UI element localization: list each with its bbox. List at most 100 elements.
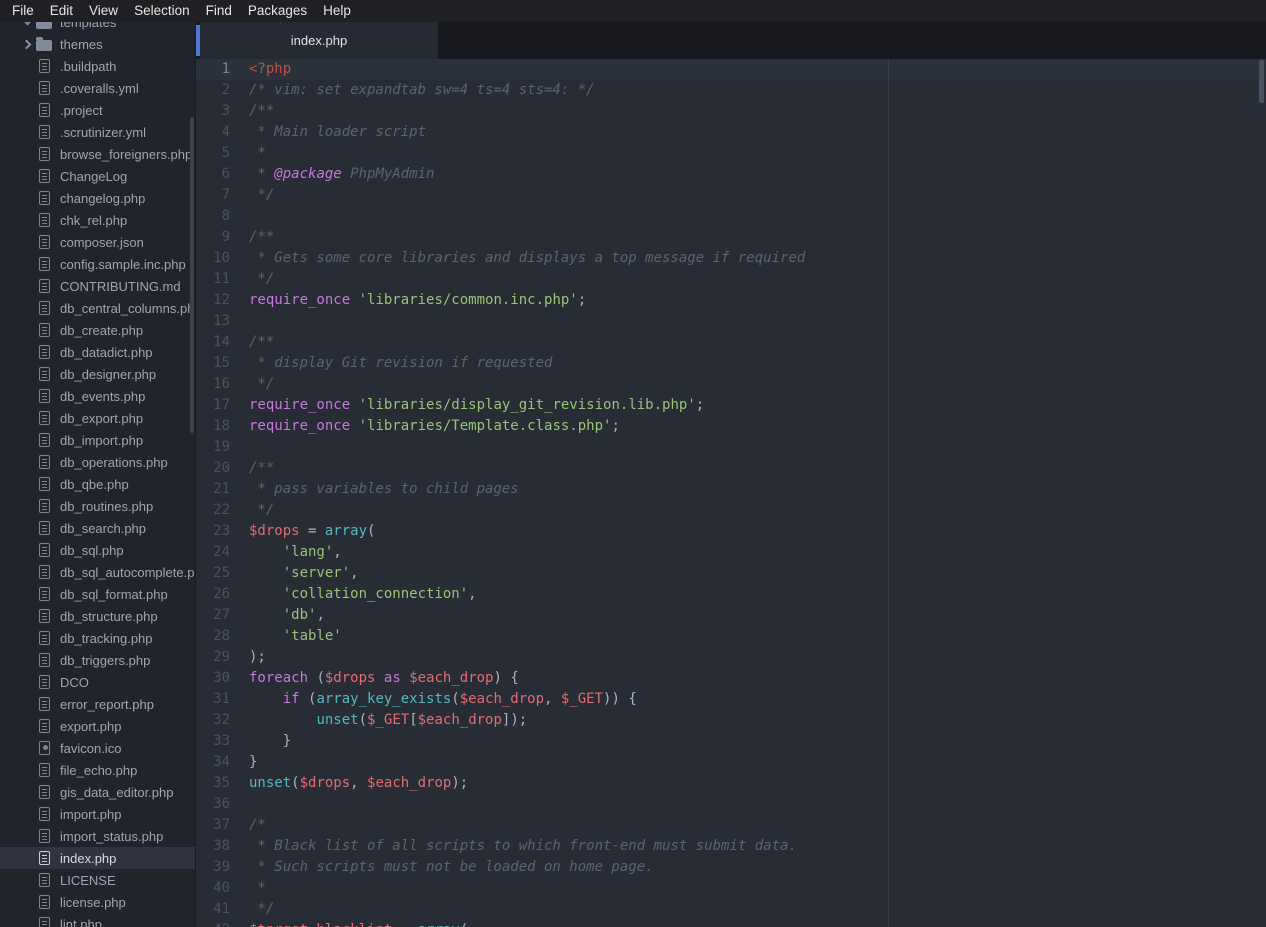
tree-item-db_sql_autocomplete.php[interactable]: db_sql_autocomplete.php (0, 561, 195, 583)
code-line-17[interactable]: 17require_once 'libraries/display_git_re… (196, 395, 1266, 416)
tree-item-error_report.php[interactable]: error_report.php (0, 693, 195, 715)
code-line-8[interactable]: 8 (196, 206, 1266, 227)
code-line-24[interactable]: 24 'lang', (196, 542, 1266, 563)
code-line-22[interactable]: 22 */ (196, 500, 1266, 521)
tree-item-import_status.php[interactable]: import_status.php (0, 825, 195, 847)
code-line-35[interactable]: 35unset($drops, $each_drop); (196, 773, 1266, 794)
tree-item-gis_data_editor.php[interactable]: gis_data_editor.php (0, 781, 195, 803)
tree-item-db_sql_format.php[interactable]: db_sql_format.php (0, 583, 195, 605)
code-line-3[interactable]: 3/** (196, 101, 1266, 122)
code-line-10[interactable]: 10 * Gets some core libraries and displa… (196, 248, 1266, 269)
tree-item-db_tracking.php[interactable]: db_tracking.php (0, 627, 195, 649)
code-line-9[interactable]: 9/** (196, 227, 1266, 248)
tree-item-db_import.php[interactable]: db_import.php (0, 429, 195, 451)
code-line-37[interactable]: 37/* (196, 815, 1266, 836)
tree-item-db_triggers.php[interactable]: db_triggers.php (0, 649, 195, 671)
code-line-16[interactable]: 16 */ (196, 374, 1266, 395)
tree-scrollbar-thumb[interactable] (190, 117, 194, 433)
tree-item-CONTRIBUTING.md[interactable]: CONTRIBUTING.md (0, 275, 195, 297)
code-line-18[interactable]: 18require_once 'libraries/Template.class… (196, 416, 1266, 437)
code-line-4[interactable]: 4 * Main loader script (196, 122, 1266, 143)
chevron-down-icon[interactable] (20, 22, 36, 30)
code-line-6[interactable]: 6 * @package PhpMyAdmin (196, 164, 1266, 185)
code-line-1[interactable]: 1<?php (196, 59, 1266, 80)
editor[interactable]: 1<?php2/* vim: set expandtab sw=4 ts=4 s… (196, 59, 1266, 927)
tree-item-license.php[interactable]: license.php (0, 891, 195, 913)
code-text: * display Git revision if requested (242, 353, 552, 374)
code-line-19[interactable]: 19 (196, 437, 1266, 458)
code-line-38[interactable]: 38 * Black list of all scripts to which … (196, 836, 1266, 857)
code-line-30[interactable]: 30foreach ($drops as $each_drop) { (196, 668, 1266, 689)
code-line-15[interactable]: 15 * display Git revision if requested (196, 353, 1266, 374)
tree-item-import.php[interactable]: import.php (0, 803, 195, 825)
tree-item-db_datadict.php[interactable]: db_datadict.php (0, 341, 195, 363)
code-line-36[interactable]: 36 (196, 794, 1266, 815)
code-line-39[interactable]: 39 * Such scripts must not be loaded on … (196, 857, 1266, 878)
tree-item-changelog.php[interactable]: changelog.php (0, 187, 195, 209)
tree-item-db_qbe.php[interactable]: db_qbe.php (0, 473, 195, 495)
menu-selection[interactable]: Selection (126, 0, 198, 22)
tree-item-templates[interactable]: templates (0, 22, 195, 33)
tree-item-db_sql.php[interactable]: db_sql.php (0, 539, 195, 561)
chevron-right-icon[interactable] (20, 36, 36, 52)
tree-item-LICENSE[interactable]: LICENSE (0, 869, 195, 891)
code-line-34[interactable]: 34} (196, 752, 1266, 773)
tree-item-db_structure.php[interactable]: db_structure.php (0, 605, 195, 627)
tree-item-file_echo.php[interactable]: file_echo.php (0, 759, 195, 781)
tree-item-db_events.php[interactable]: db_events.php (0, 385, 195, 407)
tree-item-browse_foreigners.php[interactable]: browse_foreigners.php (0, 143, 195, 165)
code-line-25[interactable]: 25 'server', (196, 563, 1266, 584)
tree-item-db_operations.php[interactable]: db_operations.php (0, 451, 195, 473)
tree-item-db_designer.php[interactable]: db_designer.php (0, 363, 195, 385)
code-line-31[interactable]: 31 if (array_key_exists($each_drop, $_GE… (196, 689, 1266, 710)
menu-file[interactable]: File (4, 0, 42, 22)
code-line-13[interactable]: 13 (196, 311, 1266, 332)
menu-edit[interactable]: Edit (42, 0, 81, 22)
code-text: 'db', (242, 605, 325, 626)
tree-item-db_search.php[interactable]: db_search.php (0, 517, 195, 539)
tree-item-lint.php[interactable]: lint.php (0, 913, 195, 927)
code-line-11[interactable]: 11 */ (196, 269, 1266, 290)
tree-item-favicon.ico[interactable]: favicon.ico (0, 737, 195, 759)
tree-item-db_central_columns.php[interactable]: db_central_columns.php (0, 297, 195, 319)
code-line-12[interactable]: 12require_once 'libraries/common.inc.php… (196, 290, 1266, 311)
tree-item-themes[interactable]: themes (0, 33, 195, 55)
tree-item-chk_rel.php[interactable]: chk_rel.php (0, 209, 195, 231)
tree-item-.coveralls.yml[interactable]: .coveralls.yml (0, 77, 195, 99)
code-line-33[interactable]: 33 } (196, 731, 1266, 752)
menu-find[interactable]: Find (198, 0, 240, 22)
code-line-20[interactable]: 20/** (196, 458, 1266, 479)
code-line-41[interactable]: 41 */ (196, 899, 1266, 920)
tab-index-php[interactable]: index.php (200, 22, 438, 59)
menu-packages[interactable]: Packages (240, 0, 315, 22)
menu-view[interactable]: View (81, 0, 126, 22)
code-line-5[interactable]: 5 * (196, 143, 1266, 164)
tree-item-index.php[interactable]: index.php (0, 847, 195, 869)
main-layout: templatesthemes.buildpath.coveralls.yml.… (0, 22, 1266, 927)
tree-item-db_export.php[interactable]: db_export.php (0, 407, 195, 429)
code-line-32[interactable]: 32 unset($_GET[$each_drop]); (196, 710, 1266, 731)
editor-scrollbar-thumb[interactable] (1259, 60, 1264, 103)
code-line-28[interactable]: 28 'table' (196, 626, 1266, 647)
tree-item-.scrutinizer.yml[interactable]: .scrutinizer.yml (0, 121, 195, 143)
tree-item-DCO[interactable]: DCO (0, 671, 195, 693)
tree-item-.project[interactable]: .project (0, 99, 195, 121)
tree-item-db_routines.php[interactable]: db_routines.php (0, 495, 195, 517)
code-line-27[interactable]: 27 'db', (196, 605, 1266, 626)
tree-item-config.sample.inc.php[interactable]: config.sample.inc.php (0, 253, 195, 275)
tree-item-composer.json[interactable]: composer.json (0, 231, 195, 253)
tree-item-export.php[interactable]: export.php (0, 715, 195, 737)
code-line-14[interactable]: 14/** (196, 332, 1266, 353)
tree-item-db_create.php[interactable]: db_create.php (0, 319, 195, 341)
tree-item-ChangeLog[interactable]: ChangeLog (0, 165, 195, 187)
tree-item-.buildpath[interactable]: .buildpath (0, 55, 195, 77)
code-line-29[interactable]: 29); (196, 647, 1266, 668)
code-line-26[interactable]: 26 'collation_connection', (196, 584, 1266, 605)
code-line-partial[interactable]: 42$target_blacklist = array( (196, 920, 1266, 927)
code-line-2[interactable]: 2/* vim: set expandtab sw=4 ts=4 sts=4: … (196, 80, 1266, 101)
code-line-7[interactable]: 7 */ (196, 185, 1266, 206)
menu-help[interactable]: Help (315, 0, 359, 22)
code-line-23[interactable]: 23$drops = array( (196, 521, 1266, 542)
code-line-21[interactable]: 21 * pass variables to child pages (196, 479, 1266, 500)
code-line-40[interactable]: 40 * (196, 878, 1266, 899)
